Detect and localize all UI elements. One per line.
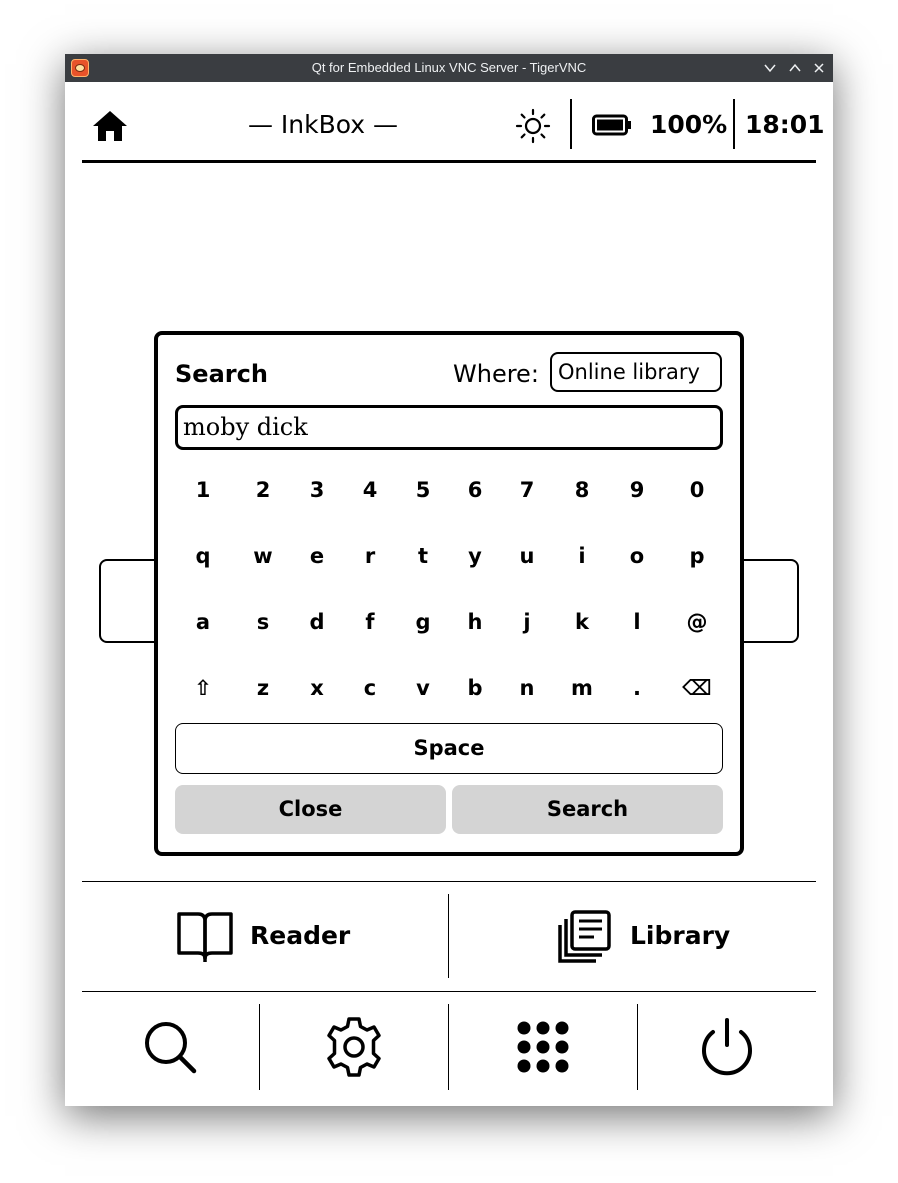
- close-button[interactable]: Close: [175, 785, 446, 834]
- power-button[interactable]: [638, 1004, 816, 1090]
- key-m[interactable]: m: [562, 668, 602, 708]
- clock: 18:01: [745, 110, 825, 139]
- key-l[interactable]: l: [617, 602, 657, 642]
- key-3[interactable]: 3: [297, 470, 337, 510]
- key-4[interactable]: 4: [350, 470, 390, 510]
- maximize-button[interactable]: [784, 57, 806, 79]
- nav-divider: [448, 894, 449, 978]
- key-0[interactable]: 0: [677, 470, 717, 510]
- key-9[interactable]: 9: [617, 470, 657, 510]
- battery-percentage: 100%: [650, 110, 728, 139]
- home-icon[interactable]: [92, 109, 128, 143]
- search-tool-button[interactable]: [82, 1004, 258, 1090]
- battery-full-icon: [592, 114, 631, 136]
- key-8[interactable]: 8: [562, 470, 602, 510]
- power-icon: [702, 1018, 752, 1076]
- key-p[interactable]: p: [677, 536, 717, 576]
- where-label: Where:: [453, 360, 539, 388]
- key-i[interactable]: i: [562, 536, 602, 576]
- apps-grid-icon: [517, 1021, 569, 1073]
- key-c[interactable]: c: [350, 668, 390, 708]
- key-t[interactable]: t: [403, 536, 443, 576]
- where-dropdown[interactable]: Online library: [550, 352, 722, 392]
- brightness-icon[interactable]: [515, 108, 551, 144]
- backspace-key[interactable]: ⌫: [677, 668, 717, 708]
- space-key[interactable]: Space: [175, 723, 723, 774]
- key-w[interactable]: w: [243, 536, 283, 576]
- key-u[interactable]: u: [507, 536, 547, 576]
- search-button[interactable]: Search: [452, 785, 723, 834]
- key-r[interactable]: r: [350, 536, 390, 576]
- keyboard-row-qwerty: qwertyuiop: [158, 536, 740, 576]
- chevron-up-icon: [789, 63, 801, 72]
- key-h[interactable]: h: [455, 602, 495, 642]
- nav-top-rule: [82, 881, 816, 882]
- keyboard-row-numbers: 1234567890: [158, 470, 740, 510]
- key-b[interactable]: b: [455, 668, 495, 708]
- key-j[interactable]: j: [507, 602, 547, 642]
- header-rule: [82, 160, 816, 163]
- library-button[interactable]: Library: [450, 894, 816, 978]
- search-icon: [145, 1022, 197, 1074]
- window-titlebar[interactable]: Qt for Embedded Linux VNC Server - Tiger…: [65, 54, 833, 82]
- key-2[interactable]: 2: [243, 470, 283, 510]
- chevron-down-icon: [764, 64, 776, 73]
- key-s[interactable]: s: [243, 602, 283, 642]
- search-input[interactable]: moby dick: [175, 405, 723, 450]
- reader-label: Reader: [250, 921, 351, 950]
- key-v[interactable]: v: [403, 668, 443, 708]
- close-window-button[interactable]: [808, 57, 830, 79]
- key-5[interactable]: 5: [403, 470, 443, 510]
- toolbar-top-rule: [82, 991, 816, 992]
- header-divider: [733, 99, 735, 149]
- dialog-title: Search: [175, 360, 268, 388]
- key-7[interactable]: 7: [507, 470, 547, 510]
- close-icon: [814, 63, 824, 73]
- settings-button[interactable]: [260, 1004, 448, 1090]
- key-6[interactable]: 6: [455, 470, 495, 510]
- key-f[interactable]: f: [350, 602, 390, 642]
- shift-key[interactable]: ⇧: [183, 668, 223, 708]
- key-period[interactable]: .: [617, 668, 657, 708]
- library-icon: [558, 910, 611, 963]
- keyboard-row-asdf: a s d f g h j k l @: [158, 602, 740, 642]
- key-1[interactable]: 1: [183, 470, 223, 510]
- settings-gear-icon: [327, 1017, 381, 1077]
- key-k[interactable]: k: [562, 602, 602, 642]
- search-dialog: Search Where: Online library moby dick 1…: [154, 331, 744, 856]
- key-g[interactable]: g: [403, 602, 443, 642]
- library-label: Library: [630, 921, 731, 950]
- keyboard-row-zxcv: ⇧ z x c v b n m. ⌫: [158, 668, 740, 708]
- reader-button[interactable]: Reader: [82, 894, 448, 978]
- key-y[interactable]: y: [455, 536, 495, 576]
- app-title: — InkBox —: [247, 110, 399, 139]
- apps-button[interactable]: [449, 1004, 637, 1090]
- vnc-window: Qt for Embedded Linux VNC Server - Tiger…: [65, 54, 833, 1106]
- key-at[interactable]: @: [677, 602, 717, 642]
- key-q[interactable]: q: [183, 536, 223, 576]
- key-o[interactable]: o: [617, 536, 657, 576]
- inkbox-screen: — InkBox — 100% 18:01 Search Where: Onli…: [65, 82, 833, 1106]
- key-a[interactable]: a: [183, 602, 223, 642]
- key-n[interactable]: n: [507, 668, 547, 708]
- header-divider: [570, 99, 572, 149]
- key-e[interactable]: e: [297, 536, 337, 576]
- minimize-button[interactable]: [759, 57, 781, 79]
- key-x[interactable]: x: [297, 668, 337, 708]
- key-d[interactable]: d: [297, 602, 337, 642]
- key-z[interactable]: z: [243, 668, 283, 708]
- window-title: Qt for Embedded Linux VNC Server - Tiger…: [311, 60, 587, 75]
- book-open-icon: [177, 912, 233, 962]
